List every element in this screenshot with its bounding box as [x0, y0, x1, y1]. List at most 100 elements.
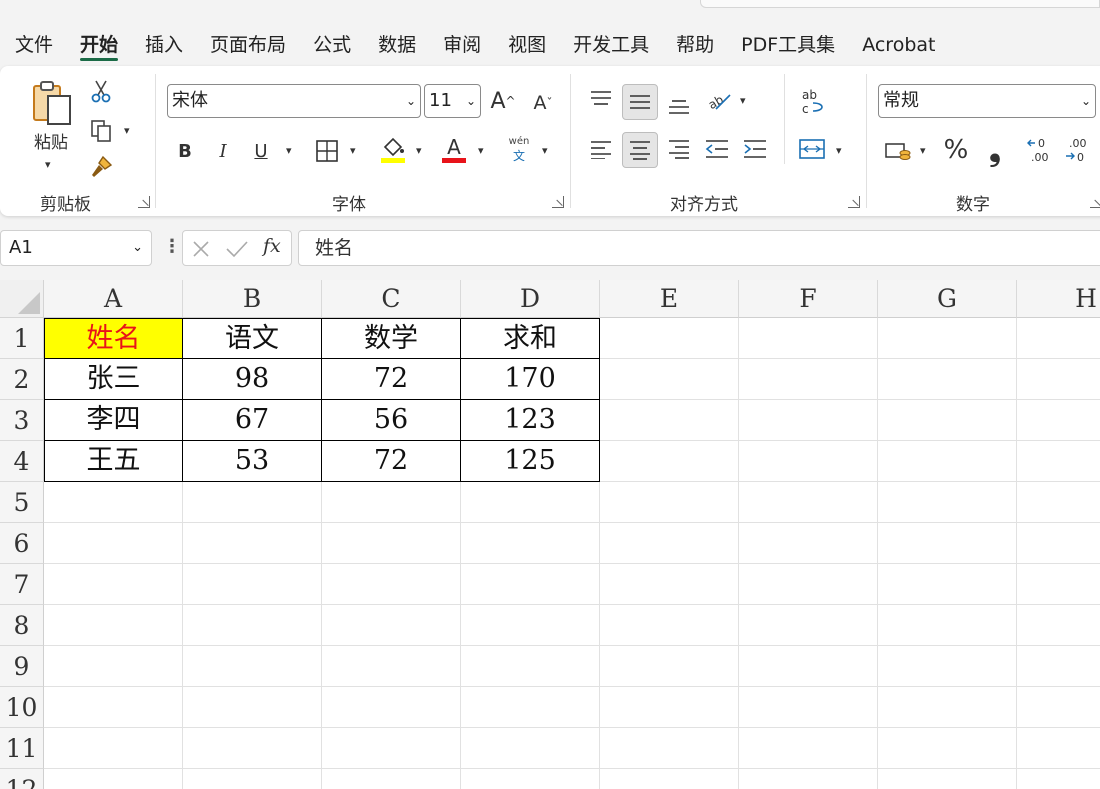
tab-developer[interactable]: 开发工具 — [573, 28, 649, 62]
align-center-button[interactable] — [622, 132, 658, 168]
cell-e8[interactable] — [600, 605, 739, 646]
column-header-f[interactable]: F — [739, 280, 878, 318]
shrink-font-button[interactable]: Aˇ — [529, 86, 557, 120]
comma-style-button[interactable]: ❟ — [980, 132, 1010, 168]
name-box[interactable]: A1 ⌄ — [0, 230, 152, 266]
cell-a1[interactable]: 姓名 — [44, 318, 183, 359]
cell-c1[interactable]: 数学 — [322, 318, 461, 359]
cell-a6[interactable] — [44, 523, 183, 564]
column-header-d[interactable]: D — [461, 280, 600, 318]
tab-home[interactable]: 开始 — [80, 28, 119, 62]
cut-button[interactable] — [88, 78, 114, 104]
cell-g12[interactable] — [878, 769, 1017, 789]
cell-d1[interactable]: 求和 — [461, 318, 600, 359]
cell-g1[interactable] — [878, 318, 1017, 359]
column-header-b[interactable]: B — [183, 280, 322, 318]
row-header-6[interactable]: 6 — [0, 523, 44, 564]
tab-data[interactable]: 数据 — [378, 28, 416, 62]
cell-b4[interactable]: 53 — [183, 441, 322, 482]
cell-f11[interactable] — [739, 728, 878, 769]
fill-color-dropdown-icon[interactable]: ▾ — [416, 144, 422, 157]
cell-b5[interactable] — [183, 482, 322, 523]
clipboard-launcher-icon[interactable] — [138, 196, 150, 208]
enter-check-icon[interactable] — [225, 239, 249, 259]
underline-dropdown-icon[interactable]: ▾ — [286, 144, 292, 157]
cell-a5[interactable] — [44, 482, 183, 523]
cell-f3[interactable] — [739, 400, 878, 441]
cell-h9[interactable] — [1017, 646, 1100, 687]
cell-g4[interactable] — [878, 441, 1017, 482]
font-color-dropdown-icon[interactable]: ▾ — [478, 144, 484, 157]
cell-d6[interactable] — [461, 523, 600, 564]
cell-e3[interactable] — [600, 400, 739, 441]
paste-dropdown-icon[interactable]: ▾ — [45, 158, 51, 171]
tab-page-layout[interactable]: 页面布局 — [210, 28, 286, 62]
cell-a8[interactable] — [44, 605, 183, 646]
cell-g8[interactable] — [878, 605, 1017, 646]
bold-button[interactable]: B — [172, 136, 198, 166]
cell-c10[interactable] — [322, 687, 461, 728]
orientation-button[interactable]: ab — [704, 86, 734, 116]
cell-c2[interactable]: 72 — [322, 359, 461, 400]
cell-h10[interactable] — [1017, 687, 1100, 728]
cell-h1[interactable] — [1017, 318, 1100, 359]
wrap-text-button[interactable]: ab c — [796, 84, 830, 120]
phonetic-dropdown-icon[interactable]: ▾ — [542, 144, 548, 157]
accounting-dropdown-icon[interactable]: ▾ — [920, 144, 926, 157]
row-header-1[interactable]: 1 — [0, 318, 44, 359]
cell-g5[interactable] — [878, 482, 1017, 523]
cell-h7[interactable] — [1017, 564, 1100, 605]
cell-d12[interactable] — [461, 769, 600, 789]
align-top-button[interactable] — [586, 84, 616, 114]
row-header-11[interactable]: 11 — [0, 728, 44, 769]
cell-c3[interactable]: 56 — [322, 400, 461, 441]
borders-button[interactable] — [312, 136, 342, 166]
row-header-5[interactable]: 5 — [0, 482, 44, 523]
tab-acrobat[interactable]: Acrobat — [862, 28, 935, 62]
cell-a7[interactable] — [44, 564, 183, 605]
cell-f10[interactable] — [739, 687, 878, 728]
cell-h4[interactable] — [1017, 441, 1100, 482]
row-header-7[interactable]: 7 — [0, 564, 44, 605]
cell-b9[interactable] — [183, 646, 322, 687]
column-header-c[interactable]: C — [322, 280, 461, 318]
merge-dropdown-icon[interactable]: ▾ — [836, 144, 842, 157]
merge-center-button[interactable] — [796, 134, 828, 164]
cell-d8[interactable] — [461, 605, 600, 646]
cell-e7[interactable] — [600, 564, 739, 605]
tab-view[interactable]: 视图 — [508, 28, 546, 62]
cell-a10[interactable] — [44, 687, 183, 728]
borders-dropdown-icon[interactable]: ▾ — [350, 144, 356, 157]
cell-g10[interactable] — [878, 687, 1017, 728]
font-name-select[interactable]: 宋体 ⌄ — [167, 84, 421, 118]
cell-d5[interactable] — [461, 482, 600, 523]
cell-f5[interactable] — [739, 482, 878, 523]
row-header-4[interactable]: 4 — [0, 441, 44, 482]
more-options-icon[interactable]: ⋮ — [163, 236, 181, 257]
cell-b3[interactable]: 67 — [183, 400, 322, 441]
cell-h11[interactable] — [1017, 728, 1100, 769]
cell-b11[interactable] — [183, 728, 322, 769]
align-right-button[interactable] — [664, 134, 694, 164]
cell-c4[interactable]: 72 — [322, 441, 461, 482]
cell-b1[interactable]: 语文 — [183, 318, 322, 359]
cell-g3[interactable] — [878, 400, 1017, 441]
cell-c7[interactable] — [322, 564, 461, 605]
select-all-button[interactable] — [0, 280, 44, 318]
align-middle-button[interactable] — [622, 84, 658, 120]
cell-d7[interactable] — [461, 564, 600, 605]
paste-button[interactable]: 粘贴 — [26, 76, 76, 156]
cell-b12[interactable] — [183, 769, 322, 789]
cell-h2[interactable] — [1017, 359, 1100, 400]
cell-e5[interactable] — [600, 482, 739, 523]
italic-button[interactable]: I — [210, 136, 236, 166]
cell-d11[interactable] — [461, 728, 600, 769]
tab-review[interactable]: 审阅 — [443, 28, 481, 62]
spreadsheet-grid[interactable]: A B C D E F G H 1 姓名 语文 数学 求和 2 张三 98 72 170 3 李四 67 56 123 4 王五… — [0, 280, 1100, 789]
font-launcher-icon[interactable] — [552, 196, 564, 208]
insert-function-button[interactable]: fx — [263, 235, 281, 257]
cell-e12[interactable] — [600, 769, 739, 789]
cell-f1[interactable] — [739, 318, 878, 359]
cell-b8[interactable] — [183, 605, 322, 646]
format-painter-button[interactable] — [88, 154, 114, 180]
